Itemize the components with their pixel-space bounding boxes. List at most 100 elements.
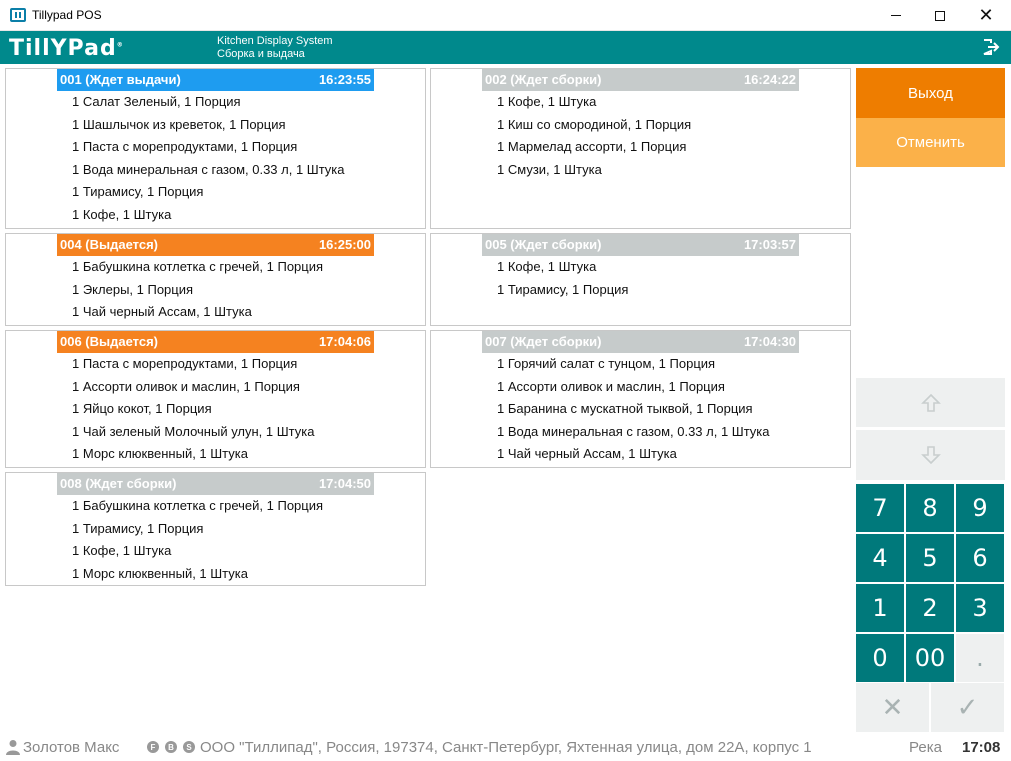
key-0[interactable]: 0 xyxy=(856,634,904,682)
order-items: 1 Салат Зеленый, 1 Порция 1 Шашлычок из к… xyxy=(72,92,345,228)
order-item: 1 Тирамису, 1 Порция xyxy=(497,281,629,297)
order-item: 1 Тирамису, 1 Порция xyxy=(72,520,204,536)
status-bar: Золотов Макс F B S ООО "Тиллипад", Росси… xyxy=(0,735,1011,761)
order-header: 008 (Ждет сборки) 17:04:50 xyxy=(57,473,374,495)
order-card[interactable]: 006 (Выдается) 17:04:06 1 Паста с морепрод… xyxy=(5,330,426,468)
order-item: 1 Кофе, 1 Штука xyxy=(72,543,172,559)
kds-window: Tillypad POS ✕ TillYPad® Kitchen Display… xyxy=(0,0,1011,761)
order-items: 1 Кофе, 1 Штука 1 Тирамису, 1 Порция xyxy=(497,257,628,302)
key-8[interactable]: 8 xyxy=(906,484,954,532)
order-items: 1 Бабушкина котлетка с гречей, 1 Порция 1… xyxy=(72,496,323,586)
order-item: 1 Чай черный Ассам, 1 Штука xyxy=(72,304,252,320)
arrow-up-icon xyxy=(920,393,941,412)
confirm-icon: ✓ xyxy=(956,692,979,723)
logout-icon[interactable] xyxy=(982,39,1000,55)
order-number: 004 (Выдается) xyxy=(60,237,159,252)
order-number: 001 (Ждет выдачи) xyxy=(60,72,181,87)
order-item: 1 Паста с морепродуктами, 1 Порция xyxy=(72,356,298,371)
clear-button[interactable]: ✕ xyxy=(856,683,929,732)
order-item: 1 Баранина с мускатной тыквой, 1 Порция xyxy=(497,401,753,417)
order-item: 1 Киш со смородиной, 1 Порция xyxy=(497,116,692,132)
arrow-down-icon xyxy=(920,446,941,465)
order-item: 1 Ассорти оливок и маслин, 1 Порция xyxy=(497,378,725,394)
order-item: 1 Смузи, 1 Штука xyxy=(497,161,602,177)
order-card[interactable]: 008 (Ждет сборки) 17:04:50 1 Бабушкина кот… xyxy=(5,472,426,586)
order-item: 1 Горячий салат с тунцом, 1 Порция xyxy=(497,356,716,371)
minimize-button[interactable] xyxy=(873,0,919,31)
order-header: 005 (Ждет сборки) 17:03:57 xyxy=(482,234,799,256)
window-titlebar: Tillypad POS ✕ xyxy=(0,0,1011,31)
order-card[interactable]: 002 (Ждет сборки) 16:24:22 1 Кофе, 1 Штука… xyxy=(430,68,851,229)
order-header: 007 (Ждет сборки) 17:04:30 xyxy=(482,331,799,353)
clear-icon: ✕ xyxy=(881,692,904,723)
order-item: 1 Мармелад ассорти, 1 Порция xyxy=(497,139,687,155)
key-00[interactable]: 00 xyxy=(906,634,954,682)
order-header: 002 (Ждет сборки) 16:24:22 xyxy=(482,69,799,91)
minimize-icon xyxy=(891,15,901,16)
badge-s: S xyxy=(183,741,195,753)
order-time: 16:25:00 xyxy=(318,237,371,252)
key-9[interactable]: 9 xyxy=(956,484,1004,532)
location-name: Река xyxy=(909,739,942,756)
order-card[interactable]: 001 (Ждет выдачи) 16:23:55 1 Салат Зеленый… xyxy=(5,68,426,229)
order-card[interactable]: 005 (Ждет сборки) 17:03:57 1 Кофе, 1 Штука… xyxy=(430,233,851,326)
cancel-button[interactable]: Отменить xyxy=(856,118,1005,167)
order-header: 001 (Ждет выдачи) 16:23:55 xyxy=(57,69,374,91)
order-number: 006 (Выдается) xyxy=(60,334,159,349)
maximize-button[interactable] xyxy=(917,0,963,31)
order-card[interactable]: 004 (Выдается) 16:25:00 1 Бабушкина котлет… xyxy=(5,233,426,326)
key-dot[interactable]: . xyxy=(956,634,1004,682)
close-button[interactable]: ✕ xyxy=(963,0,1009,31)
scroll-down-button[interactable] xyxy=(856,430,1005,480)
order-item: 1 Шашлычок из креветок, 1 Порция xyxy=(72,116,286,132)
user-icon xyxy=(6,740,20,755)
confirm-button[interactable]: ✓ xyxy=(931,683,1004,732)
order-item: 1 Чай зеленый Молочный улун, 1 Штука xyxy=(72,423,315,439)
order-items: 1 Паста с морепродуктами, 1 Порция 1 Ассо… xyxy=(72,354,314,467)
key-3[interactable]: 3 xyxy=(956,584,1004,632)
badge-f: F xyxy=(147,741,159,753)
order-time: 16:23:55 xyxy=(318,72,371,87)
clock: 17:08 xyxy=(962,739,1001,756)
order-time: 17:04:06 xyxy=(318,334,371,349)
window-title: Tillypad POS xyxy=(32,8,102,22)
order-item: 1 Яйцо кокот, 1 Порция xyxy=(72,401,212,417)
order-item: 1 Вода минеральная с газом, 0.33 л, 1 Шт… xyxy=(72,161,345,177)
key-4[interactable]: 4 xyxy=(856,534,904,582)
key-6[interactable]: 6 xyxy=(956,534,1004,582)
key-5[interactable]: 5 xyxy=(906,534,954,582)
order-item: 1 Тирамису, 1 Порция xyxy=(72,184,204,200)
badge-b: B xyxy=(165,741,177,753)
scroll-up-button[interactable] xyxy=(856,378,1005,427)
order-items: 1 Горячий салат с тунцом, 1 Порция 1 Ассо… xyxy=(497,354,770,467)
order-item: 1 Морс клюквенный, 1 Штука xyxy=(72,565,248,581)
exit-button[interactable]: Выход xyxy=(856,68,1005,118)
company-address: ООО "Тиллипад", Россия, 197374, Санкт-Пе… xyxy=(200,739,812,756)
order-time: 16:24:22 xyxy=(743,72,796,87)
order-time: 17:03:57 xyxy=(743,237,796,252)
order-item: 1 Морс клюквенный, 1 Штука xyxy=(72,446,248,462)
order-item: 1 Паста с морепродуктами, 1 Порция xyxy=(72,139,298,155)
close-icon: ✕ xyxy=(978,5,994,25)
order-number: 008 (Ждет сборки) xyxy=(60,476,177,491)
order-item: 1 Салат Зеленый, 1 Порция xyxy=(72,94,241,109)
order-card[interactable]: 007 (Ждет сборки) 17:04:30 1 Горячий салат… xyxy=(430,330,851,468)
order-item: 1 Вода минеральная с газом, 0.33 л, 1 Шт… xyxy=(497,423,770,439)
system-name: Kitchen Display System xyxy=(217,35,333,47)
order-time: 17:04:30 xyxy=(743,334,796,349)
order-item: 1 Кофе, 1 Штука xyxy=(497,259,597,274)
app-header: TillYPad® Kitchen Display System Сборка … xyxy=(0,31,1011,64)
order-item: 1 Бабушкина котлетка с гречей, 1 Порция xyxy=(72,498,324,513)
app-icon xyxy=(10,8,26,22)
order-number: 002 (Ждет сборки) xyxy=(485,72,602,87)
maximize-icon xyxy=(935,10,945,21)
key-2[interactable]: 2 xyxy=(906,584,954,632)
order-header: 006 (Выдается) 17:04:06 xyxy=(57,331,374,353)
key-1[interactable]: 1 xyxy=(856,584,904,632)
order-item: 1 Кофе, 1 Штука xyxy=(72,206,172,222)
order-items: 1 Бабушкина котлетка с гречей, 1 Порция 1… xyxy=(72,257,323,325)
order-item: 1 Кофе, 1 Штука xyxy=(497,94,597,109)
tillypad-logo: TillYPad® xyxy=(9,36,124,61)
key-7[interactable]: 7 xyxy=(856,484,904,532)
station-name: Сборка и выдача xyxy=(217,48,305,60)
